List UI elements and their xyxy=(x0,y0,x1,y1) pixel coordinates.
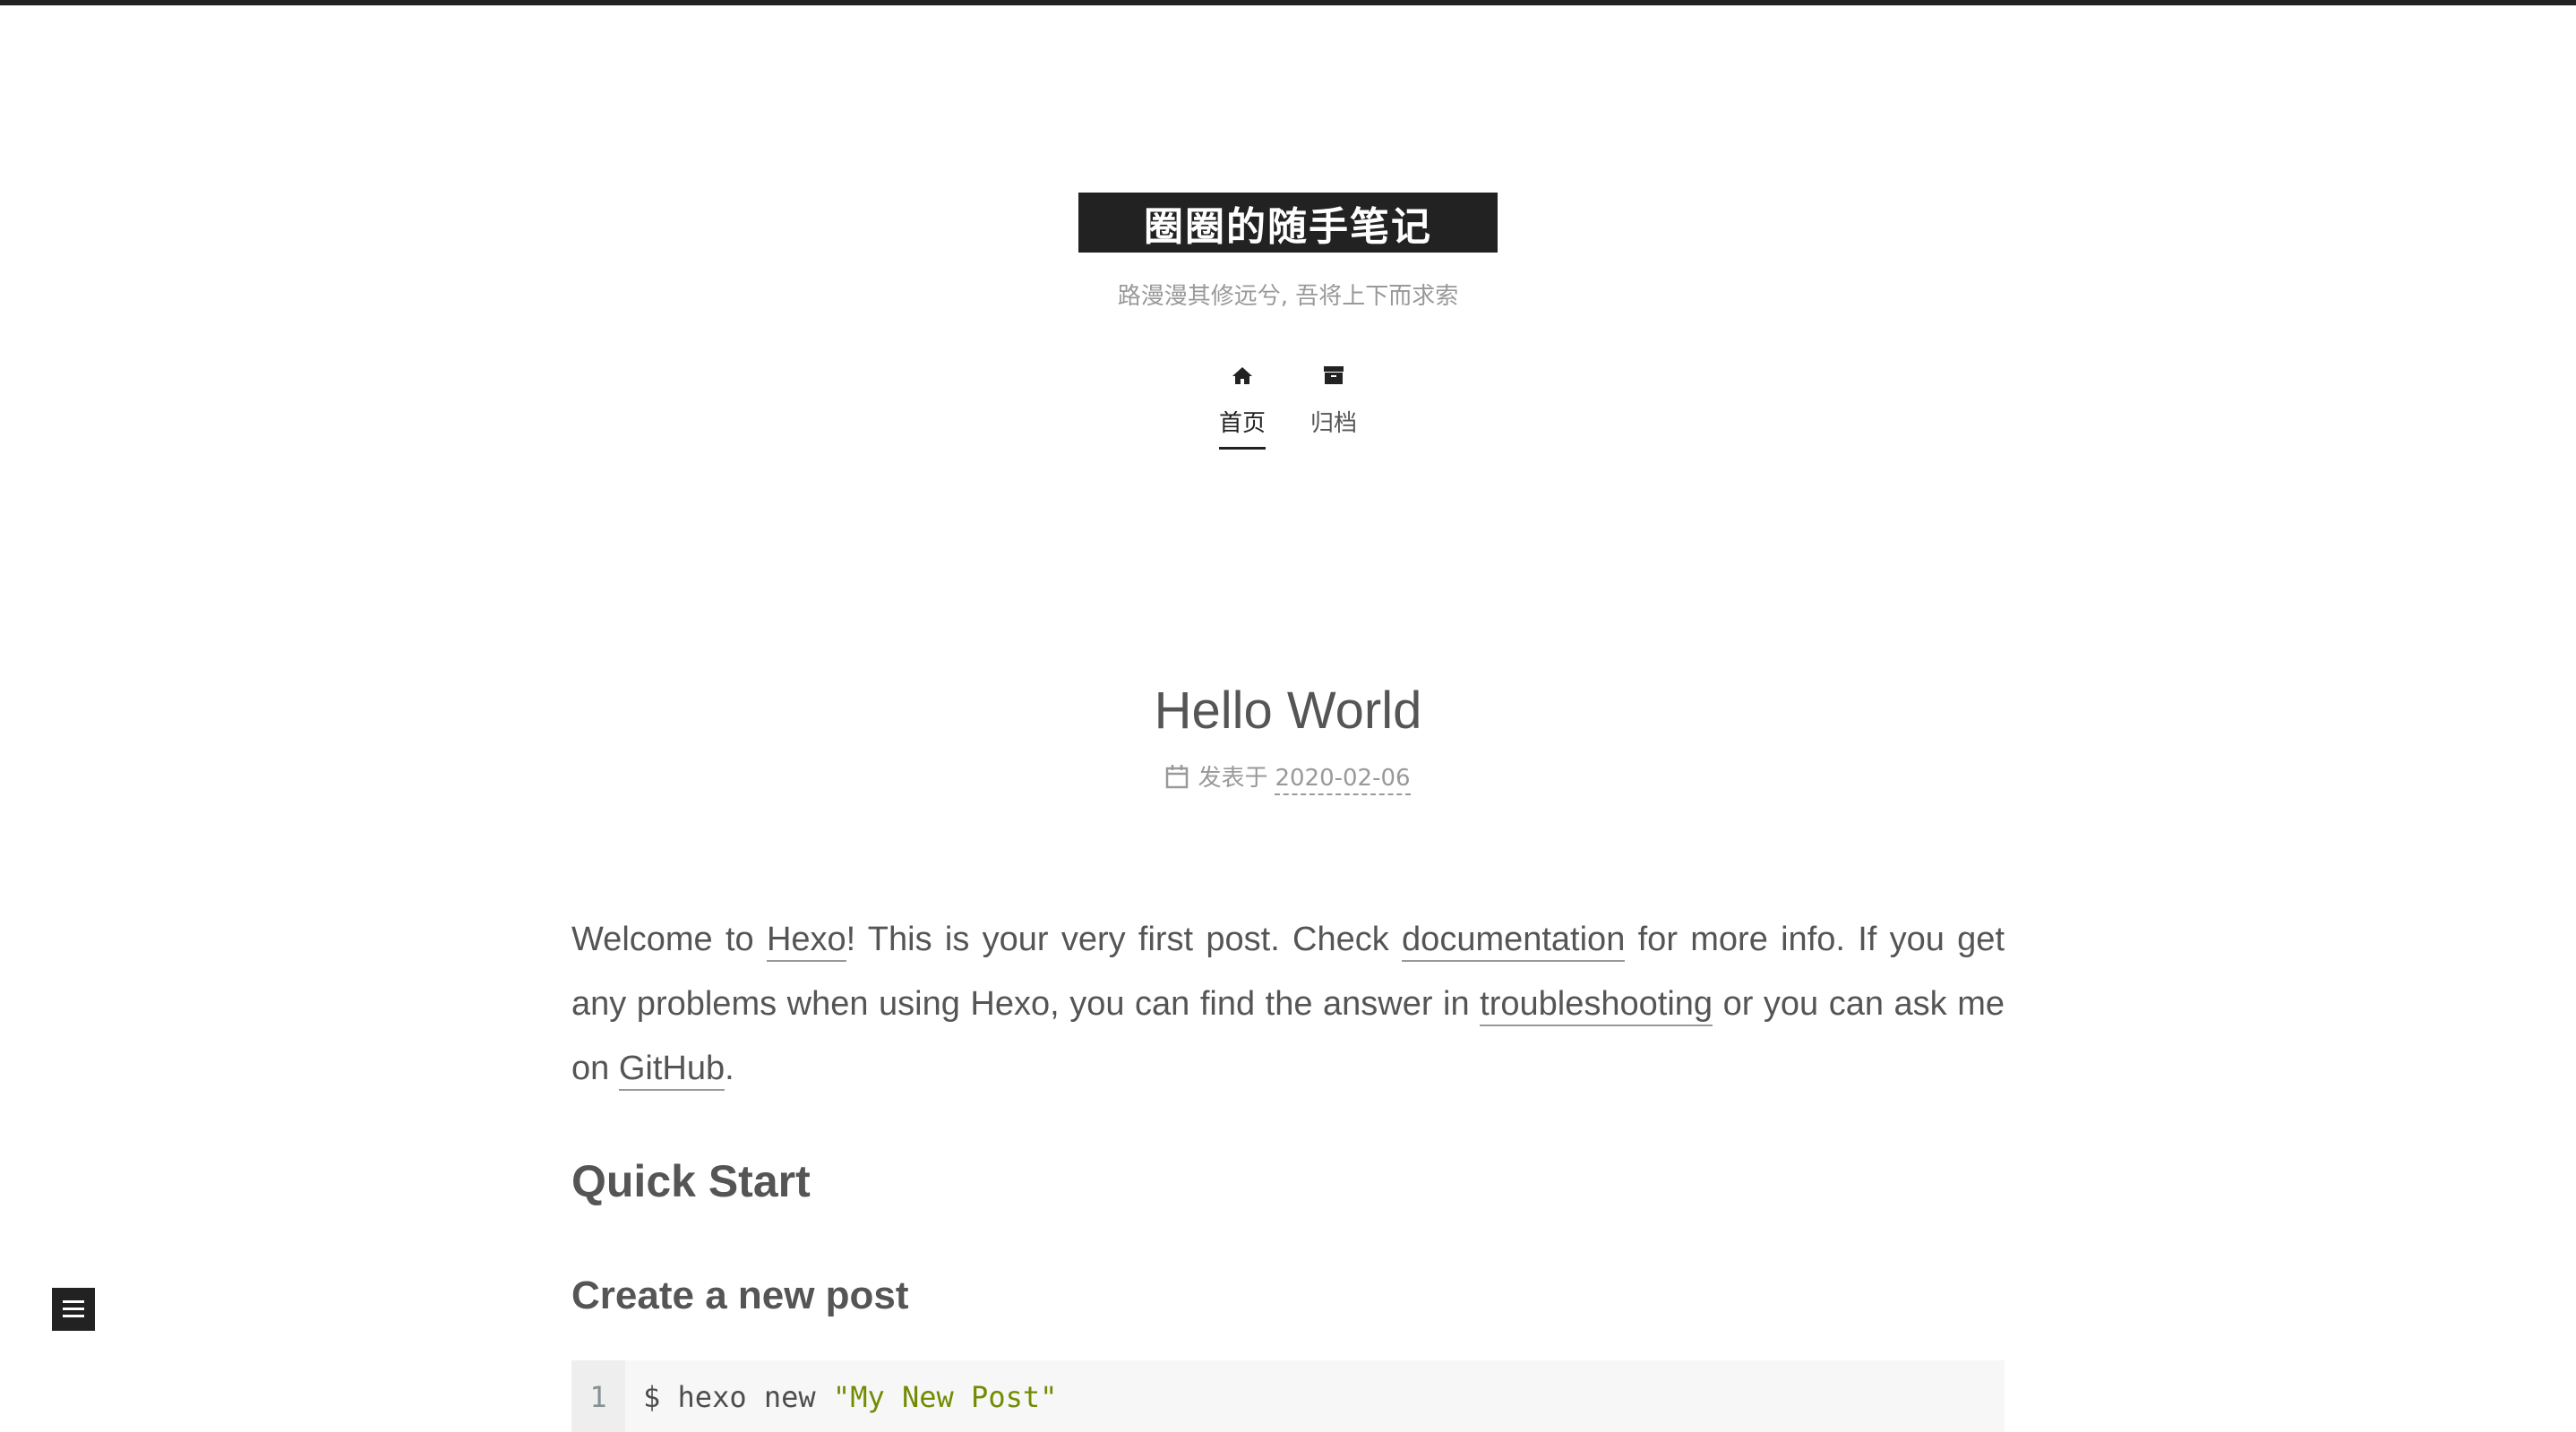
post-date[interactable]: 2020-02-06 xyxy=(1275,765,1411,795)
sidebar-toggle-button[interactable] xyxy=(52,1288,95,1331)
menu-item-archive[interactable]: 归档 xyxy=(1298,358,1370,448)
troubleshooting-link[interactable]: troubleshooting xyxy=(1480,985,1713,1026)
post-intro: Welcome to Hexo! This is your very first… xyxy=(571,907,2005,1101)
menu-item-home[interactable]: 首页 xyxy=(1206,358,1278,450)
menu-item-home-label: 首页 xyxy=(1218,405,1266,450)
hexo-link[interactable]: Hexo xyxy=(766,921,846,962)
post-meta-label: 发表于 xyxy=(1198,765,1268,792)
site-subtitle: 路漫漫其修远兮, 吾将上下而求索 xyxy=(1117,283,1459,310)
site-title[interactable]: 圈圈的随手笔记 xyxy=(1078,193,1498,253)
post-title[interactable]: Hello World xyxy=(0,681,2576,741)
menu-icon-bar xyxy=(63,1308,84,1310)
intro-text-5: . xyxy=(725,1050,734,1087)
home-icon xyxy=(1232,367,1252,384)
menu-item-archive-label: 归档 xyxy=(1309,410,1357,437)
code-line-number: 1 xyxy=(571,1360,625,1432)
intro-text-1: Welcome to xyxy=(571,921,767,958)
code-line: $ hexo new "My New Post" xyxy=(643,1380,1057,1414)
intro-text-2: ! This is your very first post. Check xyxy=(846,921,1403,958)
code-command: $ hexo new xyxy=(643,1380,833,1414)
menu-icon-bar xyxy=(63,1300,84,1303)
heading-quick-start: Quick Start xyxy=(571,1156,811,1206)
code-block[interactable]: 1 $ hexo new "My New Post" xyxy=(571,1360,2005,1432)
archive-icon xyxy=(1324,366,1344,384)
post-meta: 发表于 2020-02-06 xyxy=(0,759,2576,795)
github-link[interactable]: GitHub xyxy=(618,1050,726,1091)
heading-create-post: Create a new post xyxy=(571,1273,909,1317)
documentation-link[interactable]: documentation xyxy=(1402,921,1626,962)
calendar-icon xyxy=(1166,765,1189,789)
code-string: "My New Post" xyxy=(832,1380,1058,1414)
top-bar xyxy=(0,0,2576,5)
menu-icon-bar xyxy=(63,1315,84,1317)
